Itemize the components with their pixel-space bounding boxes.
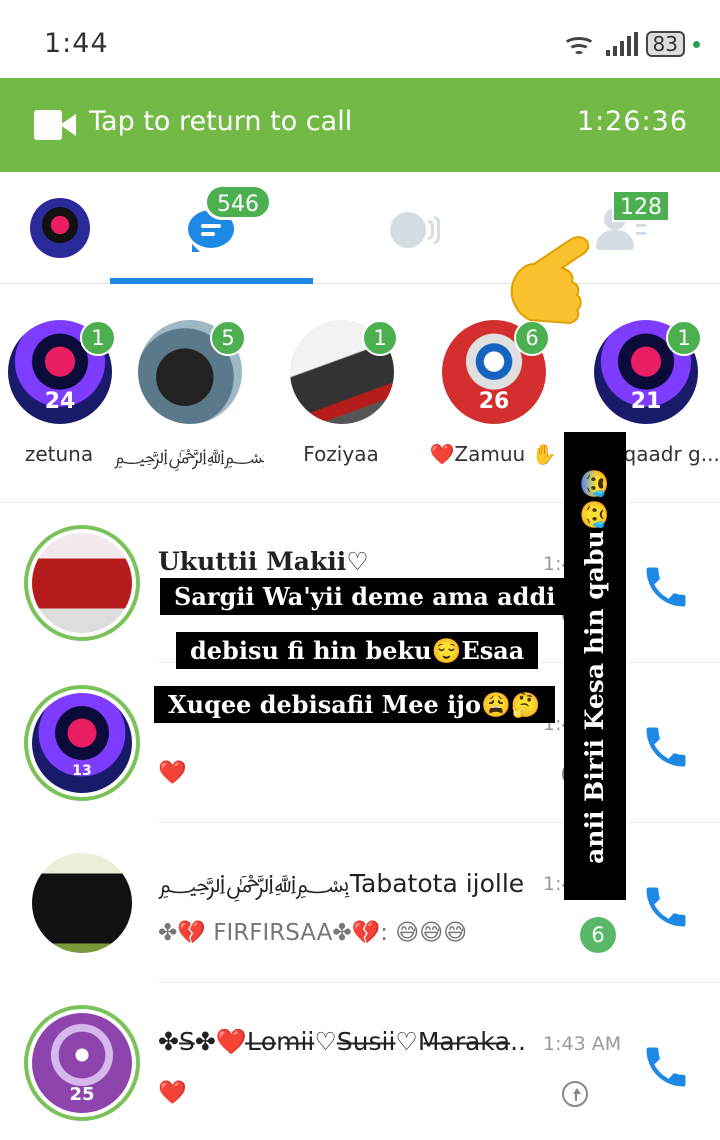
story-name: ﷽✤❤️ .. xyxy=(114,444,264,468)
chat-last-message: ✤💔 FIRFIRSAA✤💔: 😅😅😅 xyxy=(158,920,468,946)
battery-indicator: 83 xyxy=(645,31,685,57)
caption-line: debisu fi hin beku😌Esaa xyxy=(176,632,539,669)
chat-title: Ukuttii Makii♡ xyxy=(158,547,369,576)
chat-avatar: 25 xyxy=(24,1005,140,1121)
status-time: 1:44 xyxy=(44,28,109,59)
chats-unread-badge: 546 xyxy=(204,184,272,220)
pin-icon xyxy=(562,1081,588,1107)
unread-count-badge: 6 xyxy=(580,917,616,953)
story-badge: 1 xyxy=(666,320,702,356)
story-item[interactable]: 1 Foziyaa xyxy=(266,320,416,470)
phone-icon xyxy=(646,887,686,927)
phone-icon xyxy=(646,727,686,767)
call-button[interactable] xyxy=(640,561,692,613)
voice-icon xyxy=(390,212,426,248)
signal-icon xyxy=(605,32,638,56)
vertical-caption: anii Birii Kesa hin qabu😥😰 xyxy=(564,432,626,900)
pointing-hand-icon xyxy=(500,224,610,334)
phone-icon xyxy=(646,1047,686,1087)
video-camera-icon xyxy=(34,110,76,140)
vertical-caption-text: anii Birii Kesa hin qabu😥😰 xyxy=(580,468,609,864)
chat-row[interactable]: 25 ✤S̶✤❤️L̶o̶m̶i̶i̶♡S̶u̶s̶i̶i̶♡M̶a̶r̶a̶k… xyxy=(0,983,720,1140)
story-name: Foziyaa xyxy=(303,442,379,466)
caption-line: Sargii Wa'yii deme ama addi xyxy=(160,578,570,615)
story-badge: 1 xyxy=(362,320,398,356)
chat-last-message: ❤️ xyxy=(158,760,187,786)
status-bar: 1:44 83 xyxy=(0,0,720,78)
chat-avatar xyxy=(24,525,140,641)
caption-line: Xuqee debisafii Mee ijo😩🤔 xyxy=(154,686,555,723)
story-item[interactable]: 5 ﷽✤❤️ .. xyxy=(114,320,264,470)
profile-avatar-tab[interactable] xyxy=(30,198,90,258)
call-timer: 1:26:36 xyxy=(576,106,688,137)
active-tab-indicator xyxy=(110,278,313,284)
tab-calls[interactable] xyxy=(390,212,442,250)
return-to-call-label: Tap to return to call xyxy=(89,106,353,137)
chat-avatar xyxy=(24,845,140,961)
story-badge: 1 xyxy=(80,320,116,356)
status-icons: 83 xyxy=(560,28,700,60)
chat-time: 1:43 AM xyxy=(543,1033,622,1055)
call-button[interactable] xyxy=(640,1041,692,1093)
chat-title: ﷽Tabatota ijolle arsiifi wa... xyxy=(158,869,528,898)
phone-icon xyxy=(646,567,686,607)
story-badge: 5 xyxy=(210,320,246,356)
return-to-call-banner[interactable]: Tap to return to call 1:26:36 xyxy=(0,78,720,172)
story-item[interactable]: 26 6 ❤️Zamuu ✋ xyxy=(418,320,568,470)
story-name: ❤️Zamuu ✋ xyxy=(429,442,557,466)
call-button[interactable] xyxy=(640,721,692,773)
status-dot xyxy=(693,40,700,48)
chat-title: ✤S̶✤❤️L̶o̶m̶i̶i̶♡S̶u̶s̶i̶i̶♡M̶a̶r̶a̶k̶a̶… xyxy=(158,1027,528,1056)
contacts-badge: 128 xyxy=(612,190,670,222)
call-button[interactable] xyxy=(640,881,692,933)
chat-avatar: 13 xyxy=(24,685,140,801)
chat-last-message: ❤️ xyxy=(158,1080,187,1106)
tab-bar: 546 xyxy=(0,172,720,284)
wifi-icon xyxy=(560,31,598,57)
